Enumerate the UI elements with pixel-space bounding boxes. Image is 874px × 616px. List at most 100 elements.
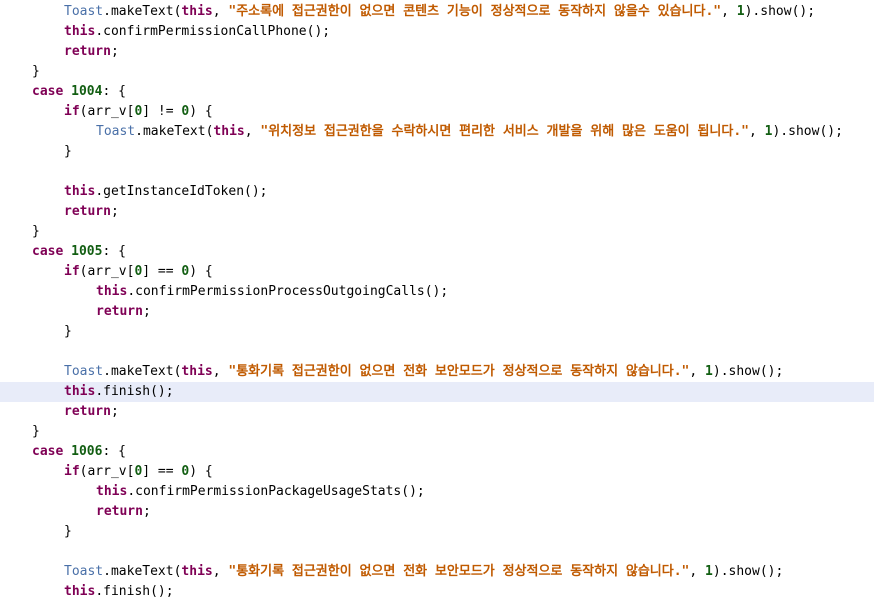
code-text: (arr_v[: [79, 464, 135, 479]
code-number: 1: [705, 364, 713, 379]
code-line[interactable]: this.getInstanceIdToken();: [0, 182, 874, 202]
code-text: ) {: [189, 464, 213, 479]
code-line[interactable]: if(arr_v[0] != 0) {: [0, 102, 874, 122]
code-keyword: return: [64, 204, 111, 219]
code-string: "통화기록 접근권한이 없으면 전화 보안모드가 정상적으로 동작하지 않습니다…: [228, 364, 690, 379]
code-line[interactable]: }: [0, 142, 874, 162]
code-number: 1: [705, 564, 713, 579]
code-line[interactable]: Toast.makeText(this, "통화기록 접근권한이 없으면 전화 …: [0, 562, 874, 582]
code-keyword: return: [96, 504, 143, 519]
code-text: }: [32, 224, 40, 239]
code-line[interactable]: return;: [0, 502, 874, 522]
code-text: .confirmPermissionCallPhone();: [95, 24, 331, 39]
code-keyword: case: [32, 84, 64, 99]
code-text: : {: [102, 244, 126, 259]
code-text: ) {: [189, 104, 213, 119]
code-text: ;: [142, 304, 151, 319]
code-text: }: [32, 64, 40, 79]
code-text: ,: [212, 564, 229, 579]
code-string: "주소록에 접근권한이 없으면 콘텐츠 기능이 정상적으로 동작하지 않을수 있…: [228, 4, 722, 19]
code-line[interactable]: this.confirmPermissionProcessOutgoingCal…: [0, 282, 874, 302]
code-line[interactable]: this.confirmPermissionPackageUsageStats(…: [0, 482, 874, 502]
code-keyword: this: [181, 564, 213, 579]
code-text: ;: [110, 44, 119, 59]
code-text: .makeText(: [135, 124, 214, 139]
code-text: ).show();: [712, 564, 784, 579]
code-keyword: this: [64, 184, 96, 199]
code-class-name: Toast: [64, 564, 104, 579]
code-line[interactable]: return;: [0, 402, 874, 422]
code-text: ) {: [189, 264, 213, 279]
code-line[interactable]: Toast.makeText(this, "주소록에 접근권한이 없으면 콘텐츠…: [0, 2, 874, 22]
code-text: ] ==: [142, 264, 182, 279]
code-line[interactable]: }: [0, 522, 874, 542]
code-number: 1006: [71, 444, 103, 459]
code-text: .finish();: [95, 384, 174, 399]
code-keyword: return: [64, 44, 111, 59]
code-text: }: [32, 424, 40, 439]
code-keyword: if: [64, 264, 80, 279]
code-text: .makeText(: [103, 564, 182, 579]
code-text: .finish();: [95, 584, 174, 599]
code-keyword: return: [96, 304, 143, 319]
code-line[interactable]: this.finish();: [0, 582, 874, 602]
code-keyword: this: [213, 124, 245, 139]
code-line[interactable]: Toast.makeText(this, "위치정보 접근권한을 수락하시면 편…: [0, 122, 874, 142]
code-string: "위치정보 접근권한을 수락하시면 편리한 서비스 개발을 위해 많은 도움이 …: [260, 124, 749, 139]
code-keyword: this: [181, 4, 213, 19]
code-line[interactable]: if(arr_v[0] == 0) {: [0, 262, 874, 282]
code-class-name: Toast: [64, 364, 104, 379]
code-keyword: this: [96, 484, 128, 499]
code-line[interactable]: this.confirmPermissionCallPhone();: [0, 22, 874, 42]
code-text: ;: [142, 504, 151, 519]
code-line[interactable]: return;: [0, 42, 874, 62]
code-text: .confirmPermissionProcessOutgoingCalls()…: [127, 284, 449, 299]
code-line[interactable]: }: [0, 222, 874, 242]
code-line[interactable]: }: [0, 62, 874, 82]
code-text: ] !=: [142, 104, 182, 119]
code-text: ;: [110, 404, 119, 419]
code-text: ).show();: [712, 364, 784, 379]
code-line[interactable]: [0, 542, 874, 562]
code-line[interactable]: case 1005: {: [0, 242, 874, 262]
code-text: .confirmPermissionPackageUsageStats();: [127, 484, 425, 499]
code-text: ] ==: [142, 464, 182, 479]
code-keyword: if: [64, 104, 80, 119]
code-text: ).show();: [744, 4, 816, 19]
code-keyword: return: [64, 404, 111, 419]
code-line[interactable]: case 1006: {: [0, 442, 874, 462]
code-line[interactable]: }: [0, 322, 874, 342]
code-text: : {: [102, 444, 126, 459]
code-number: 1: [736, 4, 745, 19]
code-keyword: this: [64, 384, 96, 399]
code-text: (arr_v[: [79, 264, 135, 279]
code-text: }: [64, 144, 72, 159]
code-line[interactable]: if(arr_v[0] == 0) {: [0, 462, 874, 482]
code-line[interactable]: }: [0, 422, 874, 442]
current-code-line[interactable]: this.finish();: [0, 382, 874, 402]
code-line[interactable]: return;: [0, 202, 874, 222]
code-keyword: this: [64, 24, 96, 39]
code-text: ,: [749, 124, 765, 139]
code-text: : {: [102, 84, 126, 99]
code-keyword: if: [64, 464, 80, 479]
code-text: }: [64, 524, 72, 539]
code-line[interactable]: Toast.makeText(this, "통화기록 접근권한이 없으면 전화 …: [0, 362, 874, 382]
code-text: }: [64, 324, 72, 339]
code-text: ,: [212, 4, 229, 19]
code-line[interactable]: case 1004: {: [0, 82, 874, 102]
code-text: (arr_v[: [79, 104, 135, 119]
code-text: ,: [212, 364, 229, 379]
code-text: ,: [244, 124, 261, 139]
code-text: ;: [110, 204, 119, 219]
code-editor[interactable]: Toast.makeText(this, "주소록에 접근권한이 없으면 콘텐츠…: [0, 0, 874, 616]
code-line[interactable]: [0, 342, 874, 362]
code-line[interactable]: return;: [0, 302, 874, 322]
code-text: ,: [689, 364, 706, 379]
code-text: ,: [689, 564, 706, 579]
code-class-name: Toast: [64, 4, 104, 19]
code-line[interactable]: [0, 162, 874, 182]
